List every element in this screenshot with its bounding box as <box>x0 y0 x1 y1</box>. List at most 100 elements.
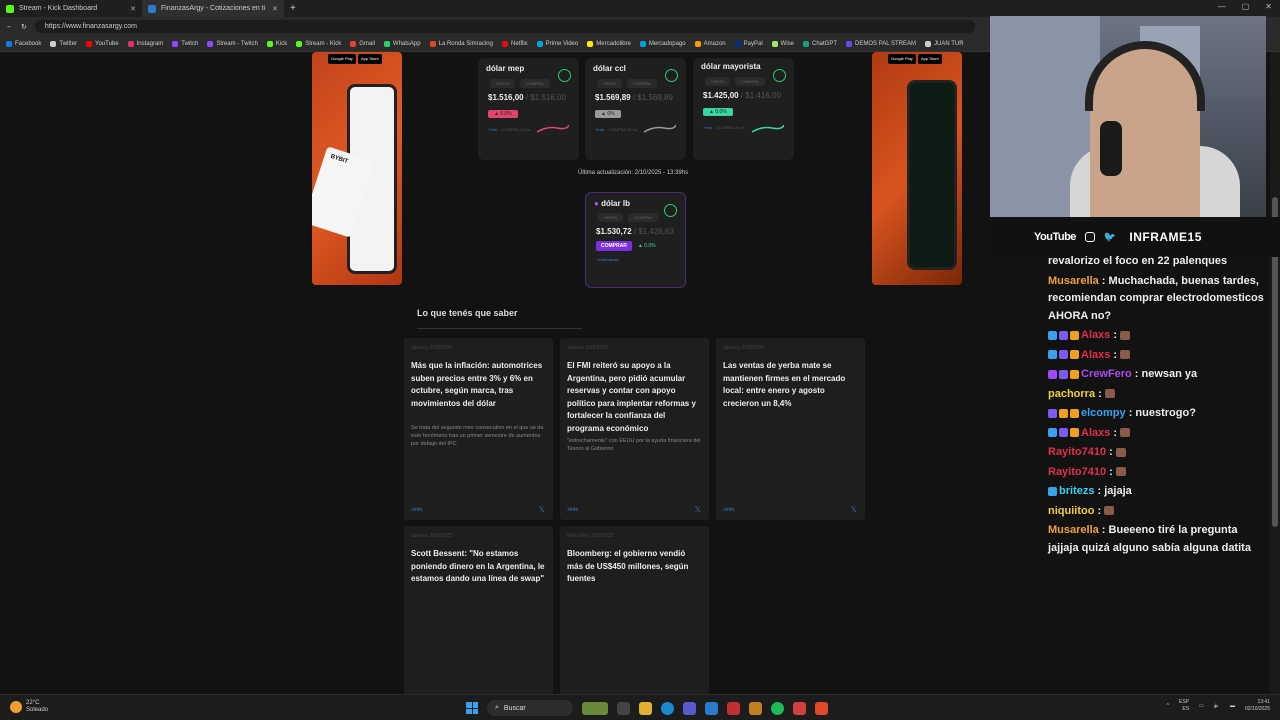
bookmark-item[interactable]: Mercadolibre <box>587 40 631 47</box>
dolar-lb-card[interactable]: ● dólar lb VENTA COMPRA $1.530,72 / $1.4… <box>585 192 686 288</box>
bookmark-item[interactable]: PayPal <box>734 40 763 47</box>
bookmark-item[interactable]: Kick <box>266 40 287 47</box>
new-tab-button[interactable]: + <box>290 3 296 14</box>
bookmark-item[interactable]: WhatsApp <box>383 40 421 47</box>
app-store-badge[interactable]: App Store <box>358 54 382 64</box>
task-view-icon[interactable] <box>617 701 630 715</box>
bookmark-item[interactable]: La Ronda Simracing <box>429 40 493 47</box>
bookmark-item[interactable]: Wise <box>771 40 794 47</box>
news-card[interactable]: Jueves, 2/10/2025 El FMI reiteró su apoyo… <box>560 338 709 520</box>
more-info-link[interactable]: +Info <box>723 507 734 513</box>
compra-tab[interactable]: COMPRA <box>628 213 658 222</box>
more-info-link[interactable]: +Info <box>703 125 712 130</box>
close-window-icon[interactable]: ✕ <box>1265 2 1272 11</box>
compra-tab[interactable]: COMPRA <box>735 77 765 86</box>
weather-widget[interactable]: 22°C Soleado <box>10 700 48 714</box>
chat-username[interactable]: CrewFero <box>1081 368 1132 380</box>
chat-username[interactable]: britezs <box>1059 485 1094 497</box>
close-tab-icon[interactable]: ✕ <box>272 5 278 13</box>
page-scrollbar[interactable] <box>1270 52 1280 694</box>
chat-username[interactable]: Musarella <box>1048 524 1099 536</box>
chat-username[interactable]: Rayito7410 <box>1048 466 1106 478</box>
widget-icon[interactable] <box>582 701 608 715</box>
bookmark-item[interactable]: Twitter <box>50 40 77 47</box>
tab-kick-dashboard[interactable]: Stream - Kick Dashboard ✕ <box>0 0 142 17</box>
volume-icon[interactable]: 🔈 <box>1214 703 1220 709</box>
x-share-icon[interactable]: 𝕏 <box>695 505 701 514</box>
x-share-icon[interactable]: 𝕏 <box>851 505 857 514</box>
chat-username[interactable]: Rayito7410 <box>1048 446 1106 458</box>
clock[interactable]: 13:41 02/10/2025 <box>1245 699 1270 713</box>
chat-username[interactable]: Alaxs <box>1081 427 1110 439</box>
app-icon[interactable] <box>683 701 696 715</box>
bookmark-item[interactable]: JUAN TUR <box>925 40 964 47</box>
close-tab-icon[interactable]: ✕ <box>130 5 136 13</box>
bookmark-item[interactable]: Amazon <box>694 40 726 47</box>
bookmark-item[interactable]: YouTube <box>86 40 119 47</box>
chat-username[interactable]: pachorra <box>1048 388 1095 400</box>
compra-tab[interactable]: COMPRA <box>627 79 657 88</box>
news-card[interactable]: Miércoles, 1/10/2025 Bloomberg: el gobier… <box>560 526 709 694</box>
venta-tab[interactable]: VENTA <box>597 79 623 88</box>
language-indicator[interactable]: ESP ES <box>1179 699 1189 713</box>
news-card[interactable]: Jueves, 2/10/2025 Más que la inflación: a… <box>404 338 553 520</box>
bookmark-item[interactable]: Stream - Kick <box>296 40 341 47</box>
news-card[interactable]: Jueves, 2/10/2025 Las ventas de yerba mat… <box>716 338 865 520</box>
bookmark-item[interactable]: Facebook <box>6 40 41 47</box>
news-headline[interactable]: Bloomberg: el gobierno vendió más de US$… <box>567 548 702 586</box>
battery-icon[interactable]: ▬ <box>1230 703 1235 709</box>
url-field[interactable]: https://www.finanzasargy.com <box>34 20 975 33</box>
bookmark-item[interactable]: Prime Video <box>536 40 578 47</box>
chat-username[interactable]: elcompy <box>1081 407 1126 419</box>
news-headline[interactable]: Más que la inflación: automotrices suben… <box>411 360 546 410</box>
news-headline[interactable]: El FMI reiteró su apoyo a la Argentina, … <box>567 360 702 435</box>
bybit-ad-left[interactable]: Google Play App Store BYBIT <box>312 52 402 285</box>
more-info-link[interactable]: +Info <box>567 507 578 513</box>
comprar-button[interactable]: COMPRAR <box>596 241 632 251</box>
app-icon[interactable] <box>749 701 762 715</box>
chat-username[interactable]: Alaxs <box>1081 349 1110 361</box>
news-headline[interactable]: Las ventas de yerba mate se mantienen fi… <box>723 360 858 410</box>
compra-tab[interactable]: COMPRA <box>520 79 550 88</box>
news-headline[interactable]: Scott Bessent: "No estamos poniendo dine… <box>411 548 546 586</box>
news-card[interactable]: Jueves, 2/10/2025 Scott Bessent: "No esta… <box>404 526 553 694</box>
quote-card[interactable]: dólar ccl VENTA COMPRA $1.569,89 / $1.569,8… <box>585 58 686 160</box>
bybit-ad-right[interactable]: Google Play App Store <box>872 52 962 285</box>
bookmark-item[interactable]: ChatGPT <box>803 40 837 47</box>
chat-username[interactable]: niquiitoo <box>1048 505 1094 517</box>
tab-finanzasargy[interactable]: FinanzasArgy - Cotizaciones en ti ✕ <box>142 0 284 17</box>
more-info-link[interactable]: +Info <box>595 127 604 132</box>
google-play-badge[interactable]: Google Play <box>328 54 356 64</box>
quote-card[interactable]: dólar mep VENTA COMPRA $1.516,00 / $1.516,0… <box>478 58 579 160</box>
bookmark-item[interactable]: Stream - Twitch <box>207 40 258 47</box>
bookmark-item[interactable]: Twitch <box>172 40 198 47</box>
edge-icon[interactable] <box>661 701 674 715</box>
minimize-icon[interactable]: — <box>1218 2 1226 11</box>
quote-card[interactable]: dólar mayorista VENTA COMPRA $1.425,00 / $1… <box>693 58 794 160</box>
x-share-icon[interactable]: 𝕏 <box>539 505 545 514</box>
taskbar-search[interactable]: ⌕ Buscar <box>487 700 573 716</box>
chat-username[interactable]: Alaxs <box>1081 329 1110 341</box>
reload-icon[interactable]: ↻ <box>21 23 27 31</box>
google-play-badge[interactable]: Google Play <box>888 54 916 64</box>
app-icon[interactable] <box>793 701 806 715</box>
venta-tab[interactable]: VENTA <box>598 213 624 222</box>
bookmark-item[interactable]: Netflix <box>501 40 528 47</box>
more-info-link[interactable]: +Info <box>488 127 497 132</box>
bookmark-item[interactable]: Mercadopago <box>639 40 686 47</box>
start-icon[interactable] <box>466 702 478 714</box>
more-info-link[interactable]: +Información <box>594 257 677 262</box>
app-store-badge[interactable]: App Store <box>918 54 942 64</box>
venta-tab[interactable]: VENTA <box>490 79 516 88</box>
more-info-link[interactable]: +Info <box>411 507 422 513</box>
network-icon[interactable]: ▭ <box>1199 703 1204 709</box>
chevron-up-icon[interactable]: ^ <box>1167 703 1169 709</box>
file-explorer-icon[interactable] <box>639 701 652 715</box>
app-icon[interactable] <box>705 701 718 715</box>
bookmark-item[interactable]: Gmail <box>350 40 375 47</box>
bookmark-item[interactable]: DEMOS PAL STREAM <box>846 40 916 47</box>
app-icon[interactable] <box>815 701 828 715</box>
maximize-icon[interactable]: ▢ <box>1242 2 1250 11</box>
app-icon[interactable] <box>727 701 740 715</box>
chat-username[interactable]: Musarella <box>1048 275 1099 287</box>
